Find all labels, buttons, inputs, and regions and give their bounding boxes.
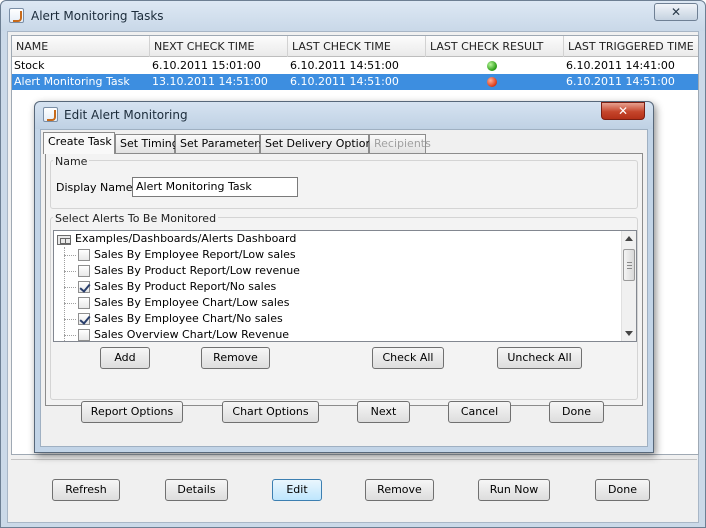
checkbox-checked[interactable]	[78, 281, 90, 293]
checkbox-checked[interactable]	[78, 313, 90, 325]
cell-next-check: 13.10.2011 14:51:00	[152, 75, 268, 88]
list-item[interactable]: Sales By Product Report/Low revenue	[94, 263, 300, 279]
tab-recipients: Recipients	[369, 134, 431, 153]
java-app-icon	[9, 8, 24, 23]
tree-guide-line	[64, 271, 76, 272]
add-button[interactable]: Add	[100, 347, 150, 369]
name-group-title: Name	[53, 155, 90, 168]
check-all-button[interactable]: Check All	[372, 347, 444, 369]
main-title-bar[interactable]: Alert Monitoring Tasks ✕	[1, 1, 705, 31]
name-group: Name Display Name: Alert Monitoring Task	[50, 155, 638, 209]
details-button[interactable]: Details	[165, 479, 228, 501]
col-last-result-header[interactable]: LAST CHECK RESULT	[426, 36, 564, 57]
grip-icon	[627, 262, 632, 263]
cancel-button[interactable]: Cancel	[448, 401, 511, 423]
cell-last-check: 6.10.2011 14:51:00	[290, 59, 399, 72]
display-name-field[interactable]: Alert Monitoring Task	[132, 177, 298, 197]
checkbox[interactable]	[78, 265, 90, 277]
create-task-panel: Name Display Name: Alert Monitoring Task…	[45, 153, 643, 406]
green-status-icon	[487, 61, 497, 71]
cell-name: Alert Monitoring Task	[14, 75, 130, 88]
dialog-client-area: Create Task Set Timing Set Parameters Se…	[40, 129, 648, 447]
tree-guide-line	[64, 247, 65, 341]
list-item[interactable]: Sales By Employee Chart/Low sales	[94, 295, 289, 311]
uncheck-all-button[interactable]: Uncheck All	[497, 347, 582, 369]
scroll-up-arrow-icon[interactable]	[625, 236, 633, 241]
col-last-check-header[interactable]: LAST CHECK TIME	[288, 36, 426, 57]
alerts-group-title: Select Alerts To Be Monitored	[53, 212, 219, 225]
report-options-button[interactable]: Report Options	[81, 401, 183, 423]
next-button[interactable]: Next	[357, 401, 410, 423]
edit-alert-monitoring-dialog: Edit Alert Monitoring ✕ Create Task Set …	[34, 101, 654, 453]
done-button[interactable]: Done	[595, 479, 650, 501]
divider	[11, 459, 697, 460]
tab-create-task[interactable]: Create Task	[43, 132, 115, 154]
main-window-title: Alert Monitoring Tasks	[31, 9, 164, 23]
list-item[interactable]: Sales By Employee Chart/No sales	[94, 311, 283, 327]
refresh-button[interactable]: Refresh	[52, 479, 120, 501]
tab-set-timing[interactable]: Set Timing	[115, 134, 179, 153]
dashboard-node-icon	[57, 235, 71, 245]
cell-last-triggered: 6.10.2011 14:51:00	[566, 75, 675, 88]
list-item[interactable]: Sales By Employee Report/Low sales	[94, 247, 296, 263]
tree-guide-line	[64, 335, 76, 336]
cell-name: Stock	[14, 59, 45, 72]
cell-next-check: 6.10.2011 15:01:00	[152, 59, 261, 72]
remove-alert-button[interactable]: Remove	[201, 347, 270, 369]
list-item[interactable]: Sales By Product Report/No sales	[94, 279, 276, 295]
col-next-check-header[interactable]: NEXT CHECK TIME	[150, 36, 288, 57]
col-name-header[interactable]: NAME	[12, 36, 150, 57]
grip-icon	[627, 265, 632, 266]
chart-options-button[interactable]: Chart Options	[222, 401, 319, 423]
run-now-button[interactable]: Run Now	[478, 479, 550, 501]
table-header: NAME NEXT CHECK TIME LAST CHECK TIME LAS…	[12, 36, 698, 57]
dialog-close-button[interactable]: ✕	[601, 102, 645, 120]
scroll-down-arrow-icon[interactable]	[625, 331, 633, 336]
tree-scrollbar[interactable]	[621, 231, 636, 341]
display-name-label: Display Name:	[56, 181, 137, 194]
tree-guide-line	[64, 303, 76, 304]
scroll-thumb[interactable]	[623, 249, 635, 281]
list-item[interactable]: Sales Overview Chart/Low Revenue	[94, 327, 289, 341]
dialog-title-bar[interactable]: Edit Alert Monitoring ✕	[35, 102, 653, 129]
table-row-selected[interactable]: Alert Monitoring Task 13.10.2011 14:51:0…	[12, 74, 698, 90]
alerts-group: Select Alerts To Be Monitored Examples/D…	[50, 212, 638, 400]
cell-last-check: 6.10.2011 14:51:00	[290, 75, 399, 88]
tab-set-delivery-options[interactable]: Set Delivery Options	[260, 134, 378, 153]
checkbox[interactable]	[78, 297, 90, 309]
dialog-title: Edit Alert Monitoring	[64, 108, 188, 122]
grip-icon	[627, 268, 632, 269]
tree-guide-line	[64, 319, 76, 320]
edit-button[interactable]: Edit	[272, 479, 322, 501]
dialog-done-button[interactable]: Done	[549, 401, 604, 423]
tab-set-parameters[interactable]: Set Parameters	[175, 134, 265, 153]
main-close-button[interactable]: ✕	[654, 3, 698, 21]
checkbox[interactable]	[78, 329, 90, 341]
remove-button[interactable]: Remove	[365, 479, 434, 501]
tree-guide-line	[64, 287, 76, 288]
red-status-icon	[487, 77, 497, 87]
java-app-icon	[43, 107, 58, 122]
alerts-tree[interactable]: Examples/Dashboards/Alerts Dashboard Sal…	[53, 230, 637, 342]
checkbox[interactable]	[78, 249, 90, 261]
table-row[interactable]: Stock 6.10.2011 15:01:00 6.10.2011 14:51…	[12, 58, 698, 74]
col-last-triggered-header[interactable]: LAST TRIGGERED TIME	[564, 36, 698, 57]
tree-root-node[interactable]: Examples/Dashboards/Alerts Dashboard	[75, 231, 296, 247]
cell-last-triggered: 6.10.2011 14:41:00	[566, 59, 675, 72]
tree-guide-line	[64, 255, 76, 256]
